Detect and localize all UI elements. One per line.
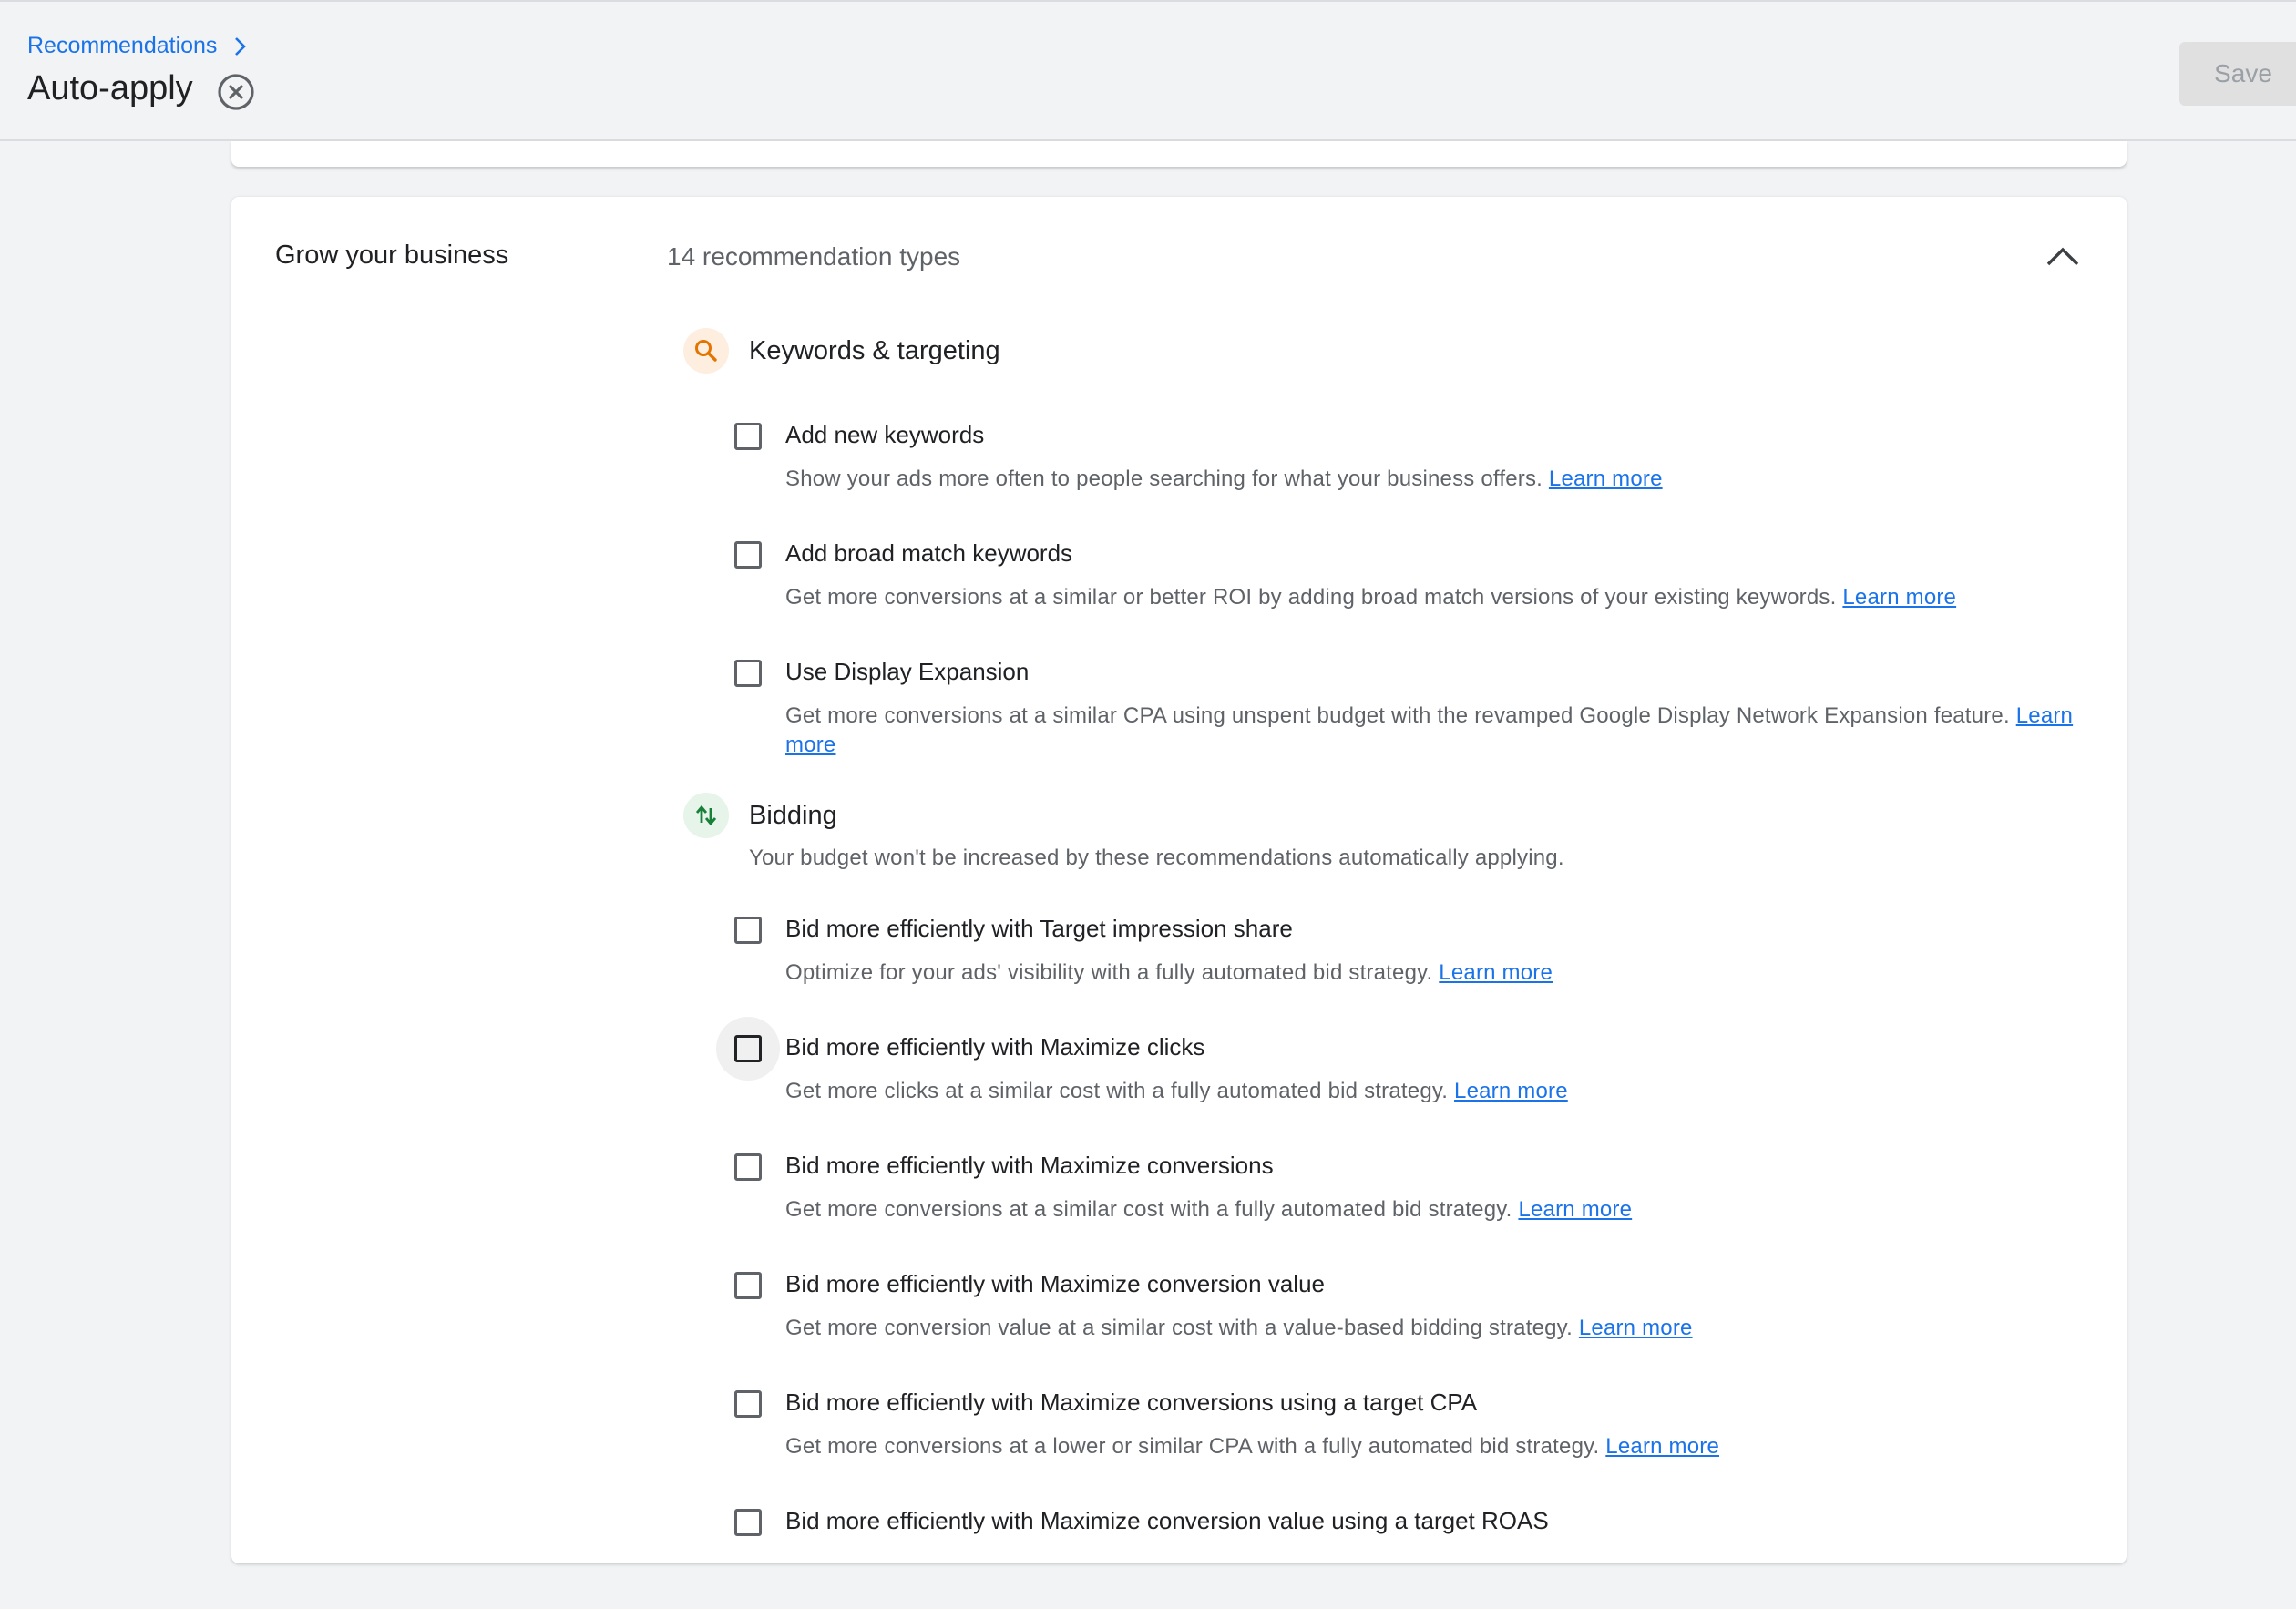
rec-desc-text: Get more conversions at a similar CPA us… [785,703,2010,728]
checkbox-maximize-clicks[interactable] [716,1017,780,1081]
learn-more-link[interactable]: Learn more [1439,960,1553,985]
checkbox-add-new-keywords[interactable] [734,423,762,450]
rec-item-target-roas: Bid more efficiently with Maximize conve… [231,1507,2127,1609]
rec-label: Bid more efficiently with Maximize conve… [785,1507,1549,1534]
checkbox-maximize-conversion-value[interactable] [734,1272,762,1299]
rec-desc-text: Optimize for your ads' visibility with a… [785,960,1433,985]
learn-more-link[interactable]: Learn more [1518,1197,1632,1222]
rec-desc-text: Get more clicks at a similar cost with a… [785,1079,1449,1103]
rec-desc-text: Get more conversion value at a similar c… [785,1316,1573,1340]
rec-item-maximize-conversions: Bid more efficiently with Maximize conve… [231,1152,2127,1254]
swap-vertical-icon [695,804,717,826]
rec-label: Bid more efficiently with Maximize conve… [785,1270,1325,1297]
rec-item-use-display-expansion: Use Display Expansion Get more conversio… [231,658,2127,760]
checkbox-use-display-expansion[interactable] [734,660,762,687]
bidding-section-note: Your budget won't be increased by these … [749,845,1564,870]
learn-more-link[interactable]: Learn more [1454,1079,1568,1103]
chevron-up-icon[interactable] [2045,242,2081,270]
rec-label: Bid more efficiently with Target impress… [785,915,1293,942]
learn-more-link[interactable]: Learn more [1605,1434,1719,1459]
grow-your-business-card: Grow your business 14 recommendation typ… [231,197,2127,1563]
rec-desc-text: Get more conversions at a similar or bet… [785,585,1837,610]
rec-description: Show your ads more often to people searc… [785,465,2088,494]
learn-more-link[interactable]: Learn more [1842,585,1956,610]
rec-desc-text: Get more conversions at a similar cost w… [785,1197,1512,1222]
card-title: Grow your business [275,241,509,270]
rec-description: Get more conversions at a similar or bet… [785,583,2088,612]
rec-desc-text: Show your ads more often to people searc… [785,466,1543,491]
top-bar: Recommendations Auto-apply Save [0,0,2296,141]
rec-item-target-cpa: Bid more efficiently with Maximize conve… [231,1389,2127,1491]
search-icon [695,340,717,362]
keywords-section-title: Keywords & targeting [749,336,1000,365]
rec-description: Get more conversions at a similar CPA us… [785,702,2088,760]
checkbox-target-roas[interactable] [734,1509,762,1536]
rec-desc-text: Get more conversions at a lower or simil… [785,1434,1600,1459]
save-button[interactable]: Save [2179,42,2296,106]
rec-item-target-impression-share: Bid more efficiently with Target impress… [231,915,2127,1017]
rec-item-add-broad-match-keywords: Add broad match keywords Get more conver… [231,539,2127,641]
rec-item-maximize-clicks: Bid more efficiently with Maximize click… [231,1017,2127,1135]
rec-description: Get more conversions at a similar cost w… [785,1195,2088,1225]
rec-label: Use Display Expansion [785,658,1030,685]
rec-description: Get more conversions at a lower or simil… [785,1432,2088,1461]
breadcrumb-recommendations-link[interactable]: Recommendations [27,33,217,59]
chevron-right-icon [235,36,247,56]
rec-item-add-new-keywords: Add new keywords Show your ads more ofte… [231,421,2127,523]
rec-item-maximize-conversion-value: Bid more efficiently with Maximize conve… [231,1270,2127,1372]
rec-description: Get more clicks at a similar cost with a… [785,1077,2088,1106]
rec-label: Bid more efficiently with Maximize conve… [785,1152,1274,1179]
rec-label: Bid more efficiently with Maximize click… [785,1033,1205,1061]
keywords-section-icon-wrap [683,328,729,374]
recommendation-count: 14 recommendation types [667,242,961,271]
bidding-section-title: Bidding [749,801,837,830]
rec-label: Add new keywords [785,421,985,448]
learn-more-link[interactable]: Learn more [1549,466,1663,491]
close-circle-icon[interactable] [217,73,255,111]
checkbox-target-cpa[interactable] [734,1390,762,1418]
checkbox-maximize-conversions[interactable] [734,1153,762,1181]
learn-more-link[interactable]: Learn more [1579,1316,1693,1340]
checkbox-add-broad-match-keywords[interactable] [734,541,762,569]
checkbox-target-impression-share[interactable] [734,917,762,944]
rec-label: Add broad match keywords [785,539,1073,567]
rec-description: Optimize for your ads' visibility with a… [785,958,2088,988]
breadcrumb: Recommendations [27,33,250,59]
previous-card-edge [231,141,2127,167]
rec-description: Get more conversion value at a similar c… [785,1314,2088,1343]
rec-label: Bid more efficiently with Maximize conve… [785,1389,1478,1416]
bidding-section-icon-wrap [683,793,729,838]
page-title: Auto-apply [27,69,193,108]
